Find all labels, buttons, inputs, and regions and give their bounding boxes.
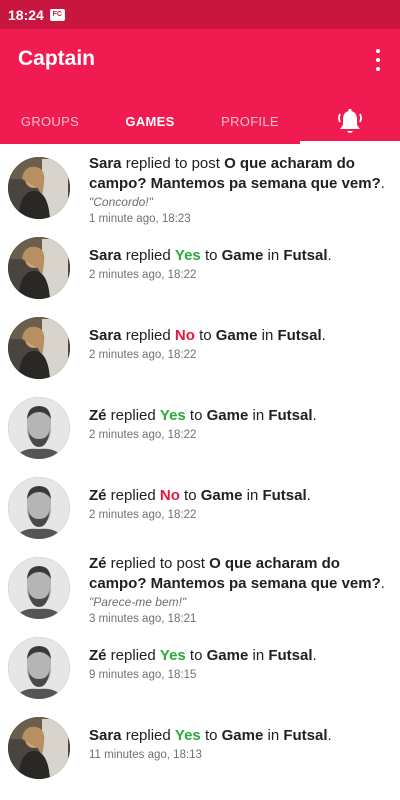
list-item[interactable]: Sara replied No to Game in Futsal. 2 min… [0,304,400,384]
list-item[interactable]: Zé replied Yes to Game in Futsal. 9 minu… [0,624,400,704]
timestamp: 9 minutes ago, 18:15 [89,669,197,681]
group-name: Futsal [277,327,322,344]
avatar [8,317,70,379]
tab-profile[interactable]: PROFILE [200,99,300,144]
user-name: Sara [89,327,122,344]
status-bar: 18:24 FC [0,0,400,29]
avatar [8,637,70,699]
avatar [8,477,70,539]
tab-bar: GROUPS GAMES PROFILE [0,99,400,144]
group-name: Futsal [268,407,313,424]
game-name: Game [215,327,258,344]
avatar [8,557,70,619]
user-name: Zé [89,647,107,664]
user-name: Zé [89,407,107,424]
bell-icon [338,108,362,133]
timestamp: 2 minutes ago, 18:22 [89,349,197,361]
tab-notifications[interactable] [300,99,400,144]
avatar [8,717,70,779]
answer-yes: Yes [174,727,201,744]
list-item[interactable]: Zé replied Yes to Game in Futsal. 2 minu… [0,384,400,464]
group-name: Futsal [268,647,313,664]
game-name: Game [206,407,249,424]
list-item[interactable]: Sara replied to post O que acharam do ca… [0,144,400,225]
list-item[interactable]: Sara replied Yes to Game in Futsal. 11 m… [0,704,400,784]
list-item[interactable]: Zé replied to post O que acharam do camp… [0,544,400,625]
timestamp: 2 minutes ago, 18:22 [89,429,197,441]
more-options-icon[interactable] [374,49,382,71]
timestamp: 2 minutes ago, 18:22 [89,269,197,281]
group-name: Futsal [283,727,328,744]
avatar [8,237,70,299]
notification-list: Sara replied to post O que acharam do ca… [0,144,400,784]
user-name: Sara [89,247,122,264]
answer-no: No [159,487,180,504]
timestamp: 11 minutes ago, 18:13 [89,749,202,761]
answer-yes: Yes [159,647,186,664]
notification-icon: FC [49,8,65,21]
tab-games[interactable]: GAMES [100,99,200,144]
app-bar: Captain GROUPS GAMES PROFILE [0,29,400,144]
user-name: Zé [89,487,107,504]
user-name: Sara [89,155,122,172]
timestamp: 2 minutes ago, 18:22 [89,509,197,521]
reply-quote: "Concordo!" [89,195,153,209]
tab-groups[interactable]: GROUPS [0,99,100,144]
user-name: Zé [89,555,107,572]
answer-yes: Yes [159,407,186,424]
avatar [8,157,70,219]
group-name: Futsal [283,247,328,264]
reply-quote: "Parece-me bem!" [89,595,187,609]
game-name: Game [221,247,264,264]
list-item[interactable]: Zé replied No to Game in Futsal. 2 minut… [0,464,400,544]
group-name: Futsal [262,487,307,504]
status-time: 18:24 [8,6,44,23]
avatar [8,397,70,459]
user-name: Sara [89,727,122,744]
game-name: Game [221,727,264,744]
list-item[interactable]: Sara replied Yes to Game in Futsal. 2 mi… [0,224,400,304]
game-name: Game [200,487,243,504]
app-title: Captain [18,47,96,70]
game-name: Game [206,647,249,664]
answer-no: No [174,327,195,344]
answer-yes: Yes [174,247,201,264]
